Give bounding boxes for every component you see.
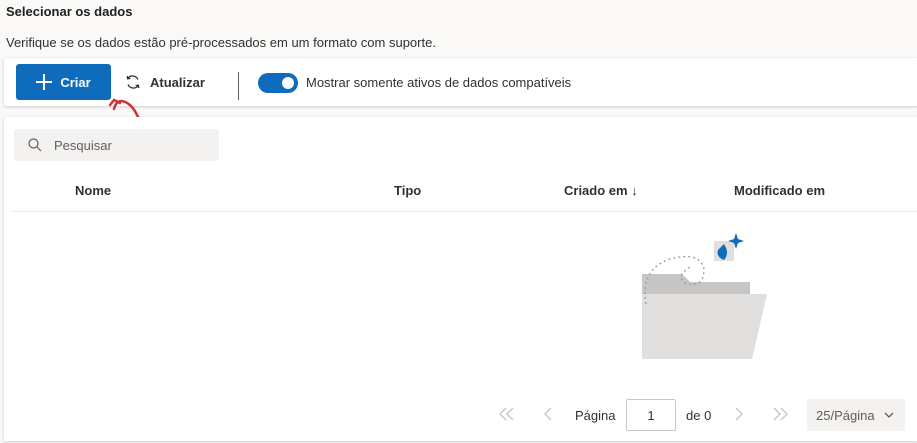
page-size-dropdown[interactable]: 25/Página [807, 399, 905, 431]
search-box[interactable] [14, 129, 219, 161]
page-total-label: de 0 [686, 408, 712, 423]
column-header-created[interactable]: Criado em ↓ [564, 183, 638, 198]
chevron-down-icon [884, 412, 894, 418]
refresh-button-label: Atualizar [150, 74, 205, 90]
page-label: Página [575, 408, 616, 423]
refresh-icon [126, 75, 140, 89]
create-button-label: Criar [60, 74, 91, 90]
pagination: Página de 0 25/Página [4, 397, 917, 433]
data-assets-panel: Nome Tipo Criado em ↓ Modificado em Pági… [4, 117, 917, 441]
toggle-knob [282, 77, 294, 89]
column-header-type[interactable]: Tipo [394, 183, 421, 198]
first-page-icon[interactable] [497, 405, 517, 423]
toolbar-divider [238, 72, 239, 100]
column-header-modified[interactable]: Modificado em [734, 183, 825, 198]
page-title: Selecionar os dados [6, 4, 133, 19]
toggle-label: Mostrar somente ativos de dados compatív… [306, 75, 572, 90]
search-icon [28, 138, 42, 152]
page-number-input[interactable] [626, 399, 676, 431]
page-size-value: 25/Página [816, 407, 875, 423]
empty-folder-illustration [642, 233, 767, 359]
previous-page-icon[interactable] [541, 405, 555, 423]
compatible-assets-toggle[interactable] [258, 73, 298, 93]
plus-icon [36, 74, 53, 90]
page-subtitle: Verifique se os dados estão pré-processa… [6, 35, 436, 50]
search-input[interactable] [54, 137, 204, 153]
next-page-icon[interactable] [732, 405, 746, 423]
column-header-name[interactable]: Nome [75, 183, 111, 198]
create-button[interactable]: Criar [16, 64, 111, 100]
last-page-icon[interactable] [770, 405, 790, 423]
header-divider [12, 211, 917, 212]
